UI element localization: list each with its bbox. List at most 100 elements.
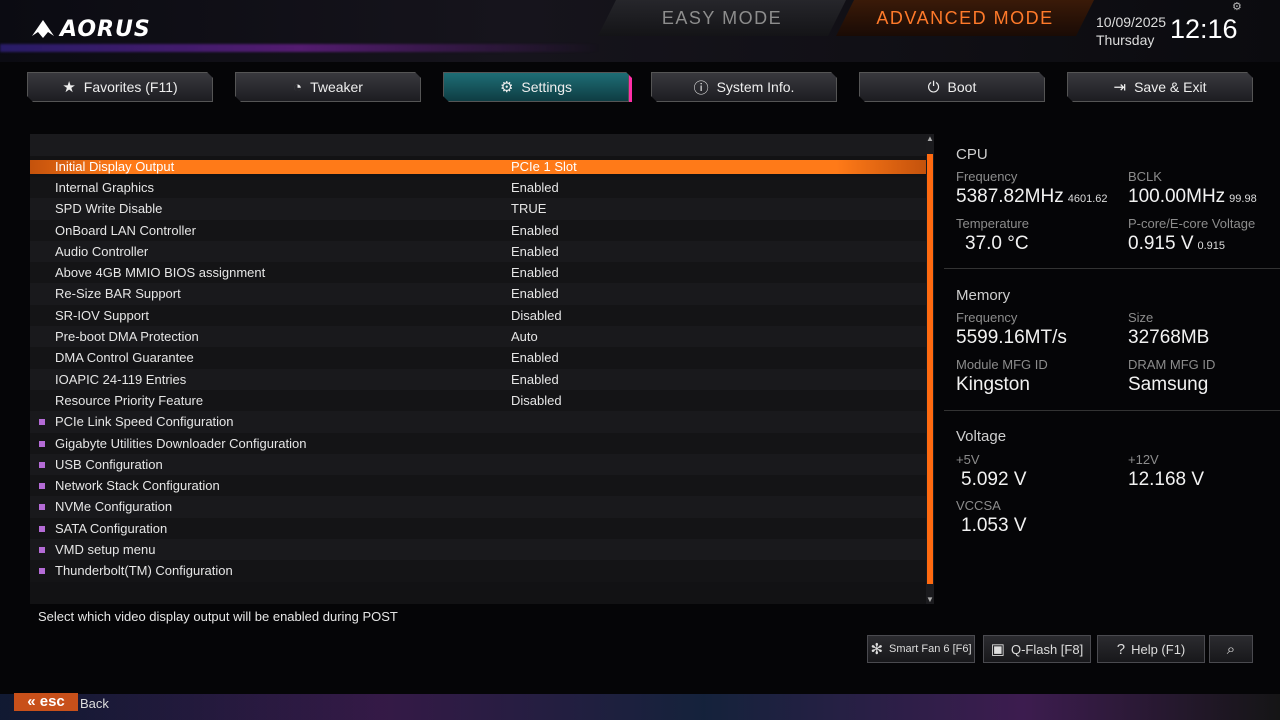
setting-label: Pre-boot DMA Protection — [55, 329, 199, 345]
qflash-button[interactable]: ▣ Q-Flash [F8] — [983, 635, 1091, 663]
voltage-section-title: Voltage — [956, 428, 1007, 445]
cpu-frequency-label: Frequency — [956, 169, 1018, 184]
module-mfg-value: Kingston — [956, 374, 1030, 395]
tab-label: Boot — [947, 79, 977, 95]
list-header — [30, 134, 926, 156]
submenu-bullet-icon — [39, 525, 45, 532]
setting-label: DMA Control Guarantee — [55, 350, 194, 366]
date-display: 10/09/2025 Thursday — [1096, 13, 1166, 49]
setting-row[interactable]: IOAPIC 24-119 Entries Enabled — [30, 368, 926, 390]
memory-size-value: 32768MB — [1128, 327, 1210, 348]
setting-value: Enabled — [511, 265, 559, 281]
setting-row[interactable]: Internal Graphics Enabled — [30, 177, 926, 199]
setting-label: Internal Graphics — [55, 180, 154, 195]
setting-label: Resource Priority Feature — [55, 392, 204, 408]
cpu-frequency: 5387.82MHz — [956, 186, 1064, 207]
setting-row[interactable]: Re-Size BAR Support Enabled — [30, 283, 926, 305]
easy-mode-button[interactable]: EASY MODE — [598, 0, 846, 36]
cpu-temperature-value: 37.0 °C — [965, 233, 1029, 254]
setting-value: Enabled — [511, 350, 559, 366]
submenu-label: SATA Configuration — [55, 520, 168, 536]
setting-row[interactable]: Above 4GB MMIO BIOS assignment Enabled — [30, 262, 926, 284]
tab-boot[interactable]: ⏻ Boot — [859, 72, 1045, 102]
submenu-bullet-icon — [39, 461, 45, 468]
submenu-row[interactable]: Gigabyte Utilities Downloader Configurat… — [30, 432, 926, 454]
setting-value: Enabled — [511, 222, 559, 238]
submenu-row[interactable]: PCIe Link Speed Configuration — [30, 411, 926, 433]
tab-settings[interactable]: ⚙ Settings — [443, 72, 632, 102]
help-button[interactable]: ? Help (F1) — [1097, 635, 1205, 663]
tab-tweaker[interactable]: ◔ Tweaker — [235, 72, 421, 102]
setting-row-initial-display-output[interactable]: Initial Display Output PCIe 1 Slot — [30, 160, 926, 174]
tab-save-exit[interactable]: ⇥ Save & Exit — [1067, 72, 1253, 102]
setting-row[interactable]: SPD Write Disable TRUE — [30, 198, 926, 220]
setting-label: SR-IOV Support — [55, 307, 149, 323]
submenu-label: USB Configuration — [55, 456, 163, 472]
help-description: Select which video display output will b… — [38, 609, 398, 624]
bclk-sub: 99.98 — [1229, 193, 1257, 205]
submenu-row[interactable]: SATA Configuration — [30, 517, 926, 540]
submenu-row[interactable]: Thunderbolt(TM) Configuration — [30, 560, 926, 582]
submenu-label: Thunderbolt(TM) Configuration — [55, 563, 233, 579]
submenu-bullet-icon — [39, 419, 45, 426]
settings-gear-icon[interactable]: ⚙ — [1232, 0, 1242, 13]
aorus-logo: AORUS — [30, 14, 151, 44]
setting-row[interactable]: Pre-boot DMA Protection Auto — [30, 326, 926, 348]
setting-row[interactable]: Audio Controller Enabled — [30, 240, 926, 263]
smart-fan-button[interactable]: ✻ Smart Fan 6 [F6] — [867, 635, 975, 663]
cpu-temperature-label: Temperature — [956, 216, 1029, 231]
scroll-up-icon[interactable]: ▲ — [926, 134, 934, 143]
setting-row[interactable]: OnBoard LAN Controller Enabled — [30, 219, 926, 241]
setting-row[interactable]: SR-IOV Support Disabled — [30, 304, 926, 327]
submenu-row[interactable]: NVMe Configuration — [30, 496, 926, 518]
esc-button[interactable]: « esc — [14, 693, 78, 711]
module-mfg-label: Module MFG ID — [956, 357, 1048, 372]
core-voltage-value: 0.915 V 0.915 — [1128, 233, 1225, 255]
cpu-section-title: CPU — [956, 146, 988, 163]
scroll-down-icon[interactable]: ▼ — [926, 595, 934, 604]
date: 10/09/2025 — [1096, 14, 1167, 30]
tab-label: Settings — [521, 79, 573, 95]
setting-value: PCIe 1 Slot — [511, 159, 577, 174]
clock: 12:16 — [1170, 14, 1238, 44]
weekday: Thursday — [1096, 32, 1155, 48]
setting-label: SPD Write Disable — [55, 201, 163, 217]
core-voltage-sub: 0.915 — [1197, 240, 1226, 252]
eagle-icon — [32, 20, 54, 38]
memory-frequency-label: Frequency — [956, 310, 1018, 325]
setting-value: Disabled — [511, 392, 562, 408]
settings-scrollbar[interactable]: ▲ ▼ — [926, 134, 934, 604]
core-voltage: 0.915 V — [1128, 233, 1194, 254]
setting-row[interactable]: DMA Control Guarantee Enabled — [30, 347, 926, 369]
setting-value: Auto — [511, 329, 538, 345]
settings-list: Initial Display Output PCIe 1 Slot Inter… — [30, 134, 926, 604]
advanced-mode-button[interactable]: ADVANCED MODE — [836, 0, 1094, 36]
submenu-label: PCIe Link Speed Configuration — [55, 414, 234, 430]
v12-value: 12.168 V — [1128, 469, 1205, 490]
bclk-value: 100.00MHz 99.98 — [1128, 186, 1257, 208]
info-icon: ⓘ — [693, 79, 709, 97]
speedometer-icon: ◔ — [293, 78, 303, 96]
panel-divider — [944, 410, 1280, 411]
bclk-label: BCLK — [1128, 169, 1162, 184]
search-button[interactable]: ⌕ — [1209, 635, 1253, 663]
setting-row[interactable]: Resource Priority Feature Disabled — [30, 389, 926, 412]
memory-size-label: Size — [1128, 310, 1154, 325]
fan-icon: ✻ — [870, 641, 884, 658]
setting-label: Above 4GB MMIO BIOS assignment — [55, 265, 266, 281]
setting-value: Disabled — [511, 307, 562, 323]
submenu-row[interactable]: USB Configuration — [30, 453, 926, 476]
tab-label: System Info. — [716, 79, 795, 95]
setting-value: Enabled — [511, 286, 559, 302]
tab-favorites[interactable]: ★ Favorites (F11) — [27, 72, 213, 102]
back-label[interactable]: Back — [80, 696, 109, 711]
tab-system-info[interactable]: ⓘ System Info. — [651, 72, 837, 102]
submenu-row[interactable]: Network Stack Configuration — [30, 475, 926, 497]
setting-value: Enabled — [511, 180, 559, 195]
submenu-label: VMD setup menu — [55, 542, 156, 558]
scrollbar-thumb[interactable] — [927, 154, 933, 584]
help-label: Help (F1) — [1131, 641, 1186, 657]
submenu-row[interactable]: VMD setup menu — [30, 539, 926, 561]
setting-label: Initial Display Output — [55, 159, 175, 174]
v5-value: 5.092 V — [961, 469, 1027, 490]
